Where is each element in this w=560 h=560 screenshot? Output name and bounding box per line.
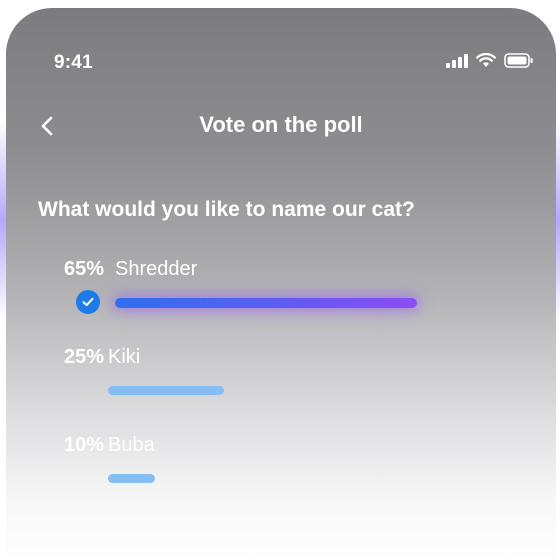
phone-frame: 9:41 Vote on the poll What would you lik… <box>6 8 556 560</box>
option-percent: 25% <box>63 346 104 368</box>
result-bar <box>115 298 417 308</box>
option-label: Kiki <box>108 346 141 368</box>
status-icons <box>446 53 534 68</box>
page-title: Vote on the poll <box>199 112 363 137</box>
poll-option-shredder[interactable]: 65% Shredder <box>6 258 556 318</box>
result-bar <box>108 474 155 483</box>
screen: 9:41 Vote on the poll What would you lik… <box>0 0 560 560</box>
option-percent: 10% <box>63 434 104 456</box>
result-bar <box>108 386 224 395</box>
option-percent: 65% <box>63 258 104 280</box>
option-label: Buba <box>108 434 155 456</box>
cellular-signal-icon <box>446 53 468 68</box>
option-label: Shredder <box>115 258 198 280</box>
poll-question: What would you like to name our cat? <box>38 198 415 221</box>
battery-icon <box>504 53 533 68</box>
poll-option-kiki[interactable]: 25% Kiki <box>6 346 556 406</box>
poll-option-buba[interactable]: 10% Buba <box>6 434 556 494</box>
status-time: 9:41 <box>54 52 93 73</box>
wifi-icon <box>476 53 496 67</box>
